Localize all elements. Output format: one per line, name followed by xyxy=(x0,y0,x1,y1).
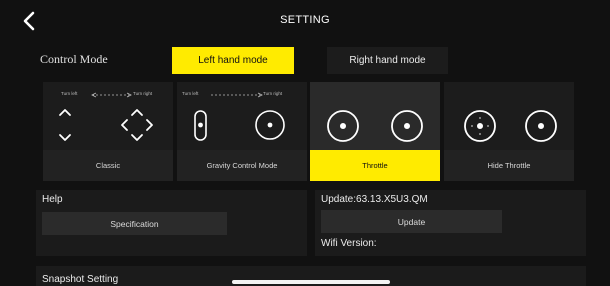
right-hand-mode-button[interactable]: Right hand mode xyxy=(327,47,448,74)
mode-card-throttle[interactable]: Throttle xyxy=(310,82,440,181)
joystick-icon xyxy=(327,110,423,142)
mode-card-hide-throttle[interactable]: Hide Throttle xyxy=(444,82,574,181)
left-hand-mode-button[interactable]: Left hand mode xyxy=(172,47,294,74)
update-panel: Update:63.13.X5U3.QM Update Wifi Version… xyxy=(315,190,586,256)
joystick-icon xyxy=(194,110,285,141)
mode-label-hide-throttle: Hide Throttle xyxy=(444,150,574,181)
help-panel: Help Specification xyxy=(36,190,307,256)
direction-arrows-icon xyxy=(59,109,153,141)
mode-label-classic: Classic xyxy=(43,150,173,181)
specification-button[interactable]: Specification xyxy=(42,212,227,235)
throttle-mode-illustration xyxy=(310,82,440,150)
snapshot-title: Snapshot Setting xyxy=(42,274,119,285)
page-title: SETTING xyxy=(280,14,330,26)
firmware-version-text: Update:63.13.X5U3.QM xyxy=(321,194,428,205)
mode-label-throttle: Throttle xyxy=(310,150,440,181)
help-title: Help xyxy=(42,194,63,205)
mode-label-gravity: Gravity Control Mode xyxy=(177,150,307,181)
control-mode-label: Control Mode xyxy=(40,52,108,66)
hide-throttle-illustration xyxy=(444,82,574,150)
update-button[interactable]: Update xyxy=(321,210,502,233)
mode-card-gravity[interactable]: Turn left Turn right Gravity Control Mod… xyxy=(177,82,307,181)
mode-card-classic[interactable]: Turn left Turn right Classic xyxy=(43,82,173,181)
joystick-icon xyxy=(464,110,557,142)
top-bar: SETTING xyxy=(0,0,610,40)
home-indicator xyxy=(232,280,390,284)
classic-mode-illustration: Turn left Turn right xyxy=(43,82,173,150)
wifi-version-label: Wifi Version: xyxy=(321,238,377,249)
gravity-mode-illustration: Turn left Turn right xyxy=(177,82,307,150)
